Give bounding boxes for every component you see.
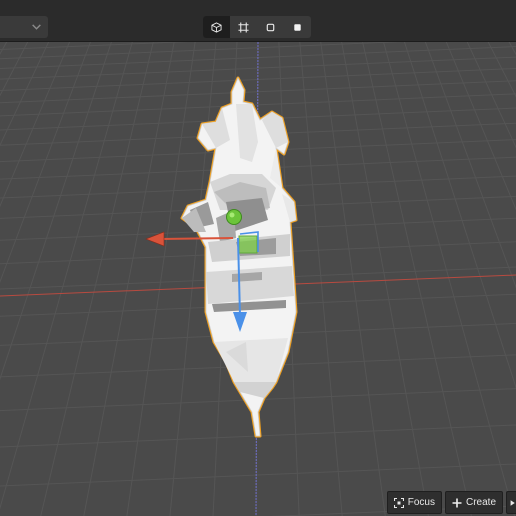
focus-button-label: Focus (407, 497, 435, 508)
outline-square-icon (266, 23, 275, 31)
gizmo-plane-handle[interactable] (238, 235, 258, 254)
shading-solid-button[interactable] (203, 16, 230, 38)
gizmo-center-handle[interactable] (226, 209, 242, 225)
wireframe-icon (238, 21, 249, 33)
mode-dropdown[interactable] (0, 16, 48, 38)
shading-filled-button[interactable] (284, 16, 311, 38)
shading-outline-button[interactable] (257, 16, 284, 38)
viewport-scene[interactable] (0, 42, 516, 516)
focus-frame-icon (393, 497, 404, 508)
solid-cube-icon (211, 21, 222, 33)
play-triangle-icon (510, 499, 515, 506)
3d-viewport[interactable]: Focus Create (0, 42, 516, 516)
filled-square-icon (294, 23, 301, 31)
viewport-bottom-actions: Focus Create (386, 491, 516, 514)
create-button[interactable]: Create (444, 491, 503, 514)
chevron-down-icon (32, 24, 41, 30)
create-button-label: Create (465, 497, 496, 508)
top-toolbar (0, 0, 516, 42)
gizmo-x-axis[interactable] (159, 237, 234, 240)
shading-wireframe-button[interactable] (230, 16, 257, 38)
more-actions-button[interactable] (506, 491, 516, 514)
plus-icon (452, 498, 462, 507)
shading-mode-group (203, 16, 311, 38)
focus-button[interactable]: Focus (386, 491, 442, 514)
